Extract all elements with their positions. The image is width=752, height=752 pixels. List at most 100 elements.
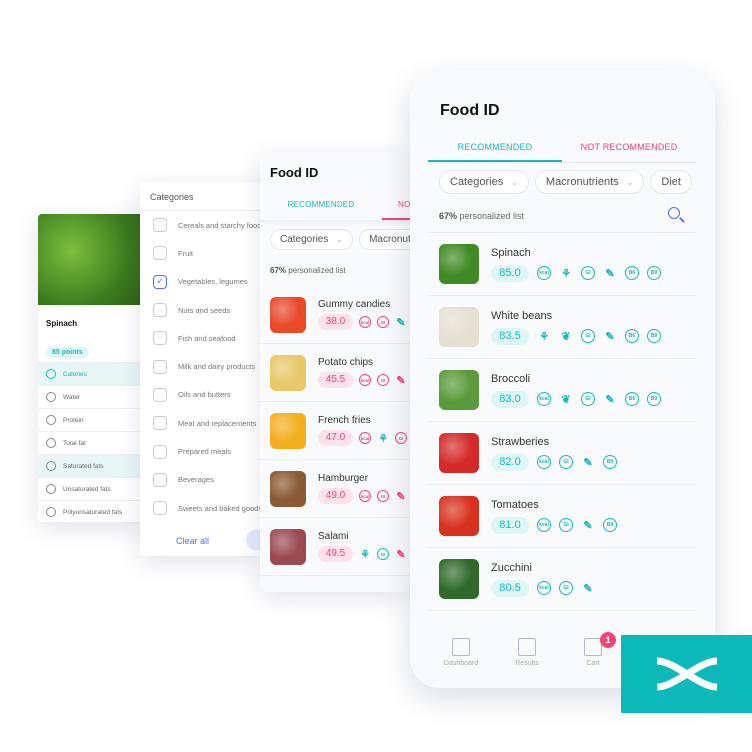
food-image: [439, 559, 479, 599]
food-info: Salami 49.5 ⚘ GI ✎: [318, 531, 410, 562]
category-option[interactable]: Sweets and baked goods: [140, 494, 262, 522]
nutrient-label: Saturated fats: [63, 462, 104, 470]
search-icon[interactable]: [668, 207, 680, 219]
divider: [260, 220, 410, 226]
checkbox[interactable]: [153, 501, 167, 516]
category-option[interactable]: Meat and replacements: [140, 409, 262, 437]
nutrient-row[interactable]: Water: [38, 385, 150, 408]
food-name: Zucchini: [491, 561, 532, 574]
tube-icon: ✎: [396, 374, 406, 387]
food-info: Spinach 85.0 kcal ⚘ GI ✎ B6 B9: [491, 247, 669, 282]
food-row[interactable]: Tomatoes 81.0 kcal GI ✎ B9: [428, 485, 696, 548]
app-title: Food ID: [440, 102, 500, 119]
food-name: Salami: [318, 531, 349, 542]
food-meta: 83.5 ⚘ ❦ GI ✎ B6 B9: [491, 327, 669, 345]
category-option[interactable]: Oils and butters: [140, 381, 262, 409]
nutrient-row[interactable]: Unsaturated fats: [38, 477, 150, 500]
kcal-icon: kcal: [359, 374, 371, 386]
food-row[interactable]: Zucchini 80.5 kcal GI ✎: [428, 548, 696, 611]
category-label: Beverages: [178, 475, 214, 485]
category-option[interactable]: Prepared meals: [140, 437, 262, 465]
nav-results[interactable]: Results: [494, 622, 560, 688]
personalized-percent: 67%: [270, 266, 287, 275]
filter-macronutrients[interactable]: Macronutrients⌄: [534, 170, 645, 194]
clear-all-button[interactable]: Clear all: [176, 536, 209, 546]
active-tab-indicator: [428, 160, 562, 162]
tab-not-recommended[interactable]: NOT RECOMMENDED: [562, 142, 696, 162]
gi-icon: GI: [377, 490, 389, 502]
filter-diet[interactable]: Diet: [650, 170, 692, 194]
nutrient-label: Total fat: [63, 439, 86, 447]
saturated-fat-icon: [46, 461, 56, 471]
food-row[interactable]: White beans 83.5 ⚘ ❦ GI ✎ B6 B9: [428, 296, 696, 359]
score-badge: 83.0: [491, 390, 529, 408]
food-row[interactable]: Salami 49.5 ⚘ GI ✎: [260, 518, 410, 576]
tab-recommended[interactable]: RECOMMENDED: [260, 200, 382, 220]
category-label: Oils and butters: [178, 390, 231, 400]
spinach-image: [38, 214, 150, 305]
checkbox[interactable]: [153, 416, 167, 431]
personalized-percent: 67%: [439, 211, 458, 221]
checkbox[interactable]: [153, 331, 167, 346]
filter-categories[interactable]: Categories ⌄: [439, 170, 529, 194]
checkbox[interactable]: [153, 218, 167, 233]
app-title: Food ID: [270, 165, 319, 180]
checkbox[interactable]: [153, 359, 167, 374]
food-image: [439, 244, 479, 284]
nutrient-label: Unsaturated fats: [63, 485, 111, 493]
nutrient-row[interactable]: Calories: [38, 362, 150, 385]
food-row[interactable]: French fries 47.0 kcal ⚘ GI: [260, 402, 410, 460]
food-row[interactable]: Gummy candies 38.0 kcal GI ✎: [260, 286, 410, 344]
food-row[interactable]: Strawberies 82.0 kcal GI ✎ B9: [428, 422, 696, 485]
category-option[interactable]: Cereals and starchy foods: [140, 211, 262, 239]
chip-label: Macronutrients: [369, 234, 410, 245]
checkbox[interactable]: [153, 472, 167, 487]
nutrient-label: Protein: [63, 416, 84, 424]
food-detail-card: Spinach 85 points Calories Water Protein To…: [38, 214, 150, 522]
food-row[interactable]: Hamburger 49.0 kcal GI ✎: [260, 460, 410, 518]
tube-icon: ✎: [583, 519, 593, 532]
nutrient-row[interactable]: Saturated fats: [38, 454, 150, 477]
logo-mark-icon: [656, 657, 717, 691]
food-row[interactable]: Potato chips 45.5 kcal GI ✎: [260, 344, 410, 402]
filter-categories[interactable]: Categories ⌄: [270, 229, 354, 250]
food-name: Potato chips: [318, 357, 374, 368]
nutrient-row[interactable]: Polyunsaturated fats: [38, 500, 150, 522]
score-badge: 47.0: [318, 430, 353, 446]
b9-icon: B9: [647, 392, 661, 406]
food-image: [439, 307, 479, 347]
tab-recommended[interactable]: RECOMMENDED: [428, 142, 562, 162]
category-option[interactable]: Fish and seafood: [140, 324, 262, 352]
checkbox[interactable]: [153, 387, 167, 402]
food-row[interactable]: Spinach 85.0 kcal ⚘ GI ✎ B6 B9: [428, 233, 696, 296]
food-meta: 82.0 kcal GI ✎ B9: [491, 453, 625, 471]
checkbox[interactable]: ✓: [153, 274, 167, 289]
category-option[interactable]: Nuts and seeds: [140, 296, 262, 324]
category-option[interactable]: Milk and dairy products: [140, 352, 262, 380]
filter-macronutrients[interactable]: Macronutrients⌄: [359, 229, 410, 250]
home-icon: [452, 638, 470, 656]
polyunsaturated-fat-icon: [46, 507, 56, 517]
tab-not-recommended[interactable]: NOT RECOMMENDED: [382, 200, 410, 220]
category-option[interactable]: Fruit: [140, 239, 262, 267]
not-recommended-screen: Food ID RECOMMENDED NOT RECOMMENDED Cate…: [260, 152, 410, 592]
category-option[interactable]: ✓ Vegetables, legumes: [140, 268, 262, 296]
checkbox[interactable]: [153, 303, 167, 318]
food-name: Tomatoes: [491, 498, 539, 511]
food-meta: 38.0 kcal GI ✎: [318, 314, 410, 330]
kcal-icon: kcal: [359, 432, 371, 444]
kcal-icon: [46, 369, 56, 379]
nutrient-row[interactable]: Protein: [38, 408, 150, 431]
nav-cart[interactable]: Cart 1: [560, 622, 626, 688]
food-row[interactable]: Broccoli 83.0 kcal ❦ GI ✎ B6 B9: [428, 359, 696, 422]
category-option[interactable]: Beverages: [140, 466, 262, 494]
nav-dashboard[interactable]: Dashboard: [428, 622, 494, 688]
leaf-icon: ❦: [561, 330, 571, 343]
checkbox[interactable]: [153, 444, 167, 459]
gi-icon: GI: [377, 316, 389, 328]
food-info: White beans 83.5 ⚘ ❦ GI ✎ B6 B9: [491, 310, 669, 345]
tube-icon: ✎: [396, 490, 406, 503]
checkbox[interactable]: [153, 246, 167, 261]
nutrient-row[interactable]: Total fat: [38, 431, 150, 454]
gi-icon: GI: [559, 455, 573, 469]
